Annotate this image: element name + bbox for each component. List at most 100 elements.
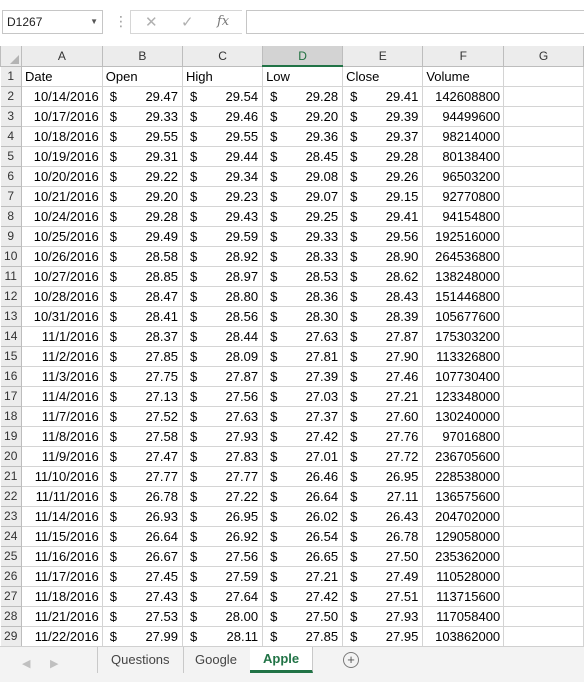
- cell-volume[interactable]: 175303200: [422, 325, 505, 347]
- cell-high[interactable]: $27.77: [181, 465, 264, 487]
- cell-empty[interactable]: [503, 85, 584, 107]
- cell-volume[interactable]: 80138400: [422, 145, 505, 167]
- cell-date[interactable]: 11/4/2016: [20, 385, 103, 407]
- cell-empty[interactable]: [503, 205, 584, 227]
- cell-date[interactable]: 11/7/2016: [20, 405, 103, 427]
- cell-empty[interactable]: [503, 105, 584, 127]
- cell-high[interactable]: $29.55: [181, 125, 264, 147]
- column-header-a[interactable]: A: [20, 46, 103, 67]
- cell-low[interactable]: $29.28: [262, 85, 344, 107]
- cell-date[interactable]: 10/24/2016: [20, 205, 103, 227]
- cell-empty[interactable]: [503, 165, 584, 187]
- cell-volume[interactable]: 236705600: [422, 445, 505, 467]
- cell-high[interactable]: $27.59: [181, 565, 264, 587]
- cell-close[interactable]: $27.87: [342, 325, 424, 347]
- cell-empty[interactable]: [503, 425, 584, 447]
- cell-close[interactable]: $29.28: [342, 145, 424, 167]
- row-header[interactable]: 15: [0, 345, 22, 367]
- cell-volume[interactable]: 113326800: [422, 345, 505, 367]
- cell-empty[interactable]: [503, 445, 584, 467]
- cell-date[interactable]: 11/11/2016: [20, 485, 103, 507]
- cell-close[interactable]: $28.62: [342, 265, 424, 287]
- cell-open[interactable]: $29.31: [101, 145, 183, 167]
- cell-date[interactable]: 11/3/2016: [20, 365, 103, 387]
- cell-date[interactable]: 11/18/2016: [20, 585, 103, 607]
- cell-close[interactable]: $27.51: [342, 585, 424, 607]
- sheet-tab-questions[interactable]: Questions: [97, 647, 184, 673]
- cell-date[interactable]: 11/8/2016: [20, 425, 103, 447]
- cell-close[interactable]: $26.43: [342, 505, 424, 527]
- cell-volume[interactable]: 113715600: [422, 585, 505, 607]
- cell-low[interactable]: $27.63: [262, 325, 344, 347]
- cell-high[interactable]: $29.46: [181, 105, 264, 127]
- cancel-icon[interactable]: ✕: [145, 13, 158, 31]
- row-header[interactable]: 18: [0, 405, 22, 427]
- row-header[interactable]: 27: [0, 585, 22, 607]
- row-header[interactable]: 26: [0, 565, 22, 587]
- cell-open[interactable]: $28.41: [101, 305, 183, 327]
- row-header[interactable]: 14: [0, 325, 22, 347]
- cell-low[interactable]: $27.03: [262, 385, 344, 407]
- cell-date[interactable]: 10/27/2016: [20, 265, 103, 287]
- cell-volume[interactable]: 192516000: [422, 225, 505, 247]
- cell-empty[interactable]: [503, 545, 584, 567]
- row-header[interactable]: 10: [0, 245, 22, 267]
- cell-open[interactable]: $27.75: [101, 365, 183, 387]
- cell-low[interactable]: $28.36: [262, 285, 344, 307]
- cell-low[interactable]: $26.46: [262, 465, 344, 487]
- cell-open[interactable]: $27.99: [101, 625, 183, 646]
- cell-open[interactable]: $27.77: [101, 465, 183, 487]
- cell-open[interactable]: $29.47: [101, 85, 183, 107]
- cell-header-volume[interactable]: Volume: [422, 65, 505, 87]
- column-header-b[interactable]: B: [101, 46, 183, 67]
- row-header[interactable]: 9: [0, 225, 22, 247]
- cell-low[interactable]: $28.53: [262, 265, 344, 287]
- cell-volume[interactable]: 117058400: [422, 605, 505, 627]
- cell-header-close[interactable]: Close: [342, 65, 424, 87]
- cell-volume[interactable]: 96503200: [422, 165, 505, 187]
- cell-low[interactable]: $27.81: [262, 345, 344, 367]
- cell-date[interactable]: 11/10/2016: [20, 465, 103, 487]
- cell-date[interactable]: 11/16/2016: [20, 545, 103, 567]
- cell-high[interactable]: $28.56: [181, 305, 264, 327]
- cell-low[interactable]: $29.36: [262, 125, 344, 147]
- cell-low[interactable]: $29.33: [262, 225, 344, 247]
- cell-low[interactable]: $27.37: [262, 405, 344, 427]
- cell-low[interactable]: $27.21: [262, 565, 344, 587]
- cell-open[interactable]: $27.13: [101, 385, 183, 407]
- cell-date[interactable]: 10/21/2016: [20, 185, 103, 207]
- cell-empty[interactable]: [503, 365, 584, 387]
- cell-empty[interactable]: [503, 245, 584, 267]
- cell-close[interactable]: $29.15: [342, 185, 424, 207]
- cell-close[interactable]: $28.43: [342, 285, 424, 307]
- cell-empty[interactable]: [503, 345, 584, 367]
- cell-open[interactable]: $29.55: [101, 125, 183, 147]
- cell-close[interactable]: $27.95: [342, 625, 424, 646]
- cell-open[interactable]: $29.20: [101, 185, 183, 207]
- cell-high[interactable]: $29.23: [181, 185, 264, 207]
- cell-volume[interactable]: 142608800: [422, 85, 505, 107]
- cell-high[interactable]: $26.95: [181, 505, 264, 527]
- row-header[interactable]: 2: [0, 85, 22, 107]
- cell-high[interactable]: $29.54: [181, 85, 264, 107]
- cell-open[interactable]: $26.93: [101, 505, 183, 527]
- cell-high[interactable]: $27.64: [181, 585, 264, 607]
- cell-date[interactable]: 11/22/2016: [20, 625, 103, 646]
- cell-close[interactable]: $27.46: [342, 365, 424, 387]
- row-header[interactable]: 13: [0, 305, 22, 327]
- cell-close[interactable]: $29.41: [342, 85, 424, 107]
- formula-input[interactable]: [246, 10, 584, 34]
- cell-high[interactable]: $27.93: [181, 425, 264, 447]
- column-header-e[interactable]: E: [342, 46, 424, 67]
- row-header[interactable]: 23: [0, 505, 22, 527]
- cell-open[interactable]: $28.58: [101, 245, 183, 267]
- cell-close[interactable]: $29.37: [342, 125, 424, 147]
- cell-header-high[interactable]: High: [181, 65, 264, 87]
- cell-empty[interactable]: [503, 145, 584, 167]
- row-header[interactable]: 22: [0, 485, 22, 507]
- cell-date[interactable]: 10/17/2016: [20, 105, 103, 127]
- cell-empty[interactable]: [503, 485, 584, 507]
- row-header[interactable]: 8: [0, 205, 22, 227]
- cell-date[interactable]: 10/31/2016: [20, 305, 103, 327]
- cell-empty[interactable]: [503, 405, 584, 427]
